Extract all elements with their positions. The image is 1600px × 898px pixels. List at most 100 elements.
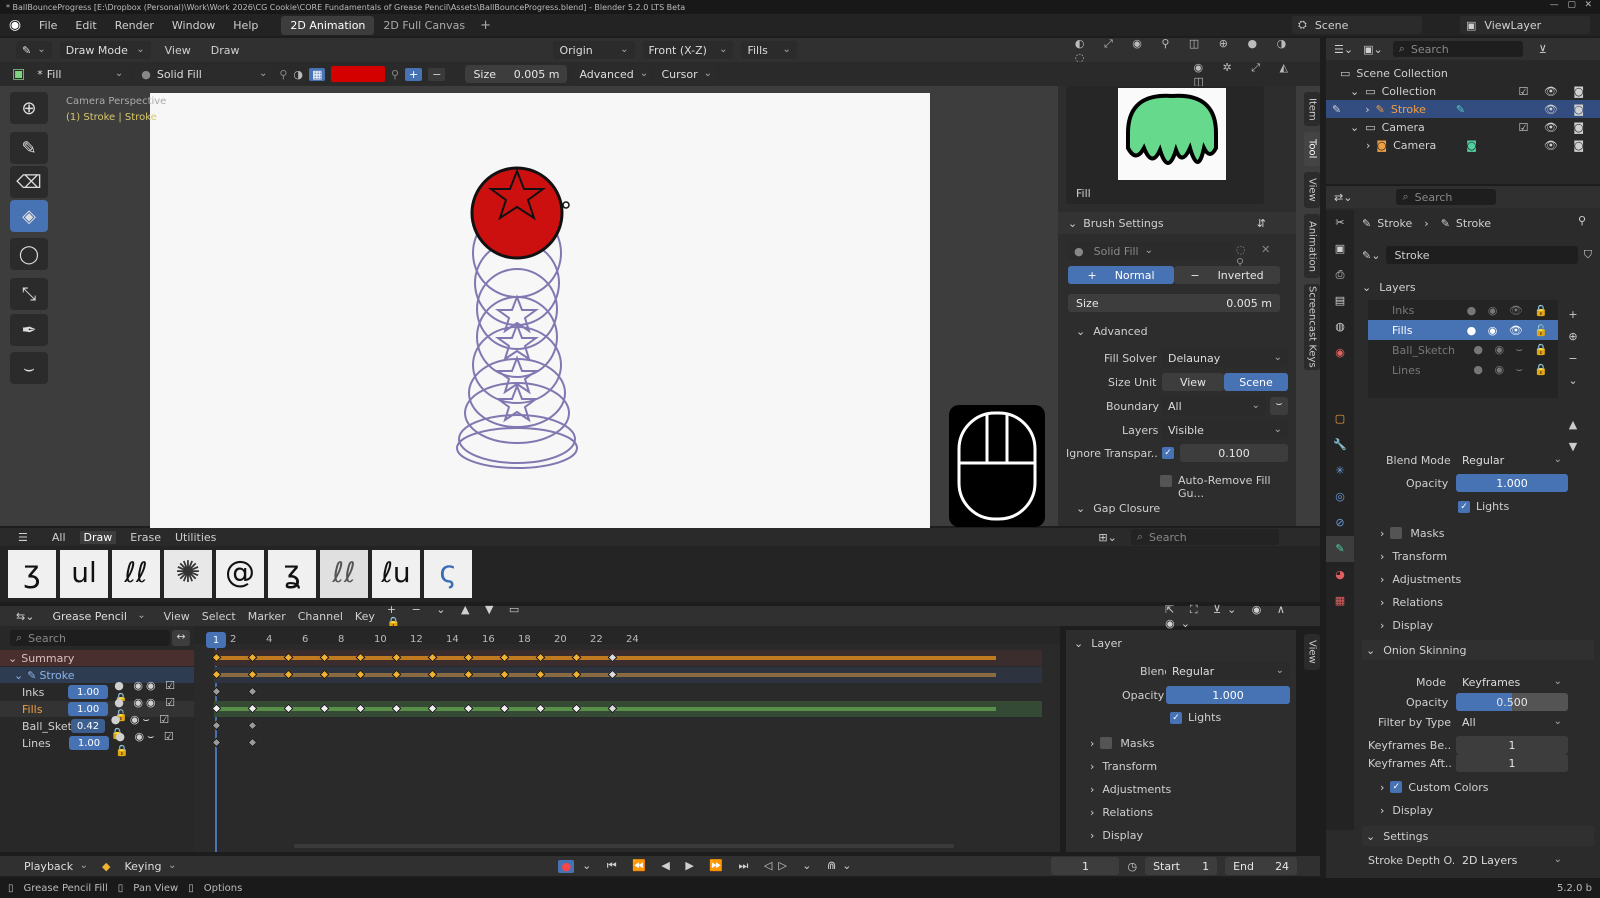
transport-controls[interactable]: ⌄ ⏮ ⏪ ◀ ▶ ⏩ ⏭ ◁▷ ⌄ ⋒⌄ bbox=[582, 859, 857, 873]
layers-dropdown[interactable]: Visible bbox=[1162, 421, 1288, 439]
channel-fills-opacity[interactable]: 1.00 bbox=[67, 702, 109, 716]
current-frame-indicator[interactable]: 1 bbox=[206, 632, 226, 648]
dopesheet-menu-marker[interactable]: Marker bbox=[248, 610, 286, 623]
asset-tab-all[interactable]: All bbox=[52, 531, 66, 544]
particles-props-tab[interactable]: ✳ bbox=[1326, 458, 1354, 484]
eyedropper-tool[interactable]: ✒ bbox=[10, 314, 48, 346]
fill-tool[interactable]: ◈ bbox=[10, 200, 48, 232]
display-options-icon[interactable]: ⊞⌄ bbox=[1098, 531, 1116, 544]
layer-fills-toggles[interactable]: ● ◉ 👁 🔓 bbox=[1467, 324, 1552, 337]
cursor-tool[interactable]: ⊕ bbox=[10, 92, 48, 124]
object-props-tab[interactable]: ▢ bbox=[1326, 406, 1354, 432]
channel-inks-opacity[interactable]: 1.00 bbox=[67, 685, 109, 699]
color-swatch[interactable] bbox=[331, 66, 385, 82]
tab-view[interactable]: View bbox=[1304, 172, 1320, 208]
menu-file[interactable]: File bbox=[30, 19, 66, 32]
layer-display-item[interactable]: › Display bbox=[1090, 826, 1143, 844]
brush-icon[interactable]: ▣ bbox=[12, 66, 25, 82]
world-props-tab[interactable]: ◉ bbox=[1326, 340, 1354, 366]
stroke-depth-dropdown[interactable]: 2D Layers bbox=[1456, 851, 1568, 869]
auto-remove-checkbox[interactable] bbox=[1160, 475, 1172, 487]
brush-asset-3[interactable]: ℓℓ bbox=[112, 550, 160, 598]
size-unit-scene-button[interactable]: Scene bbox=[1224, 373, 1288, 391]
ignore-transparent-checkbox[interactable]: ✓ bbox=[1162, 447, 1174, 459]
advanced-header[interactable]: ⌄ Advanced bbox=[1076, 322, 1148, 340]
onion-mode-dropdown[interactable]: Keyframes bbox=[1456, 673, 1568, 691]
brush-asset-4[interactable]: ✺ bbox=[164, 550, 212, 598]
layer-panel-header[interactable]: ⌄ Layer bbox=[1074, 634, 1122, 652]
brush-asset-1[interactable]: ʒ bbox=[8, 550, 56, 598]
overlay-toggle-icons[interactable]: ◉ ✲ ⤢ ◭ ◫ bbox=[1193, 61, 1320, 88]
onion-skinning-header[interactable]: ⌄ Onion Skinning bbox=[1362, 640, 1594, 660]
clock-icon[interactable]: ◷ bbox=[1127, 860, 1137, 873]
timeline-scrollbar[interactable] bbox=[294, 844, 954, 848]
asset-tab-draw[interactable]: Draw bbox=[79, 530, 117, 544]
keyframes-after-field[interactable]: 1 bbox=[1456, 754, 1568, 772]
props-display-item[interactable]: › Display bbox=[1380, 616, 1433, 634]
physics-props-tab[interactable]: ◎ bbox=[1326, 484, 1354, 510]
layer-lines-toggles[interactable]: ● ◉ ⌣ 🔒 bbox=[1473, 363, 1552, 377]
mode-selector[interactable]: Draw Mode bbox=[59, 41, 151, 59]
channel-summary[interactable]: ⌄ Summary bbox=[0, 650, 194, 666]
keyframes-before-field[interactable]: 1 bbox=[1456, 736, 1568, 754]
inverted-mode-button[interactable]: − Inverted bbox=[1174, 266, 1280, 284]
menu-render[interactable]: Render bbox=[106, 19, 163, 32]
stroke-visibility[interactable]: 👁 ◙ bbox=[1544, 103, 1590, 116]
dopesheet-menu-view[interactable]: View bbox=[164, 610, 190, 623]
properties-search[interactable]: ⌕ Search bbox=[1396, 189, 1497, 205]
props-adjustments-item[interactable]: › Adjustments bbox=[1380, 570, 1461, 588]
channel-swap-icon[interactable]: ↔ bbox=[172, 630, 190, 646]
outliner-row-scene-collection[interactable]: ▭ Scene Collection bbox=[1326, 64, 1600, 82]
ignore-transparent-field[interactable]: 0.100 bbox=[1180, 444, 1288, 462]
camera-visibility[interactable]: 👁 ◙ bbox=[1544, 139, 1590, 152]
layer-inks-toggles[interactable]: ● ◉ 👁 🔒 bbox=[1467, 304, 1552, 317]
brush-asset-6[interactable]: ʓ bbox=[268, 550, 316, 598]
origin-selector[interactable]: Origin bbox=[553, 41, 635, 59]
object-data-selector[interactable]: ✎⌄ Stroke ⛉ bbox=[1362, 246, 1592, 264]
view-layer-selector[interactable]: ▣ ViewLayer bbox=[1460, 16, 1590, 34]
menu-edit[interactable]: Edit bbox=[66, 19, 105, 32]
outliner-display-mode[interactable]: ▣⌄ bbox=[1363, 43, 1383, 56]
editor-type-selector[interactable]: ✎ bbox=[16, 41, 52, 59]
layer-list-item-fills[interactable]: Fills ● ◉ 👁 🔓 bbox=[1368, 320, 1558, 340]
workspace-tab-2d-full-canvas[interactable]: 2D Full Canvas bbox=[374, 16, 474, 35]
channel-lines-toggles[interactable]: ● ◉⌣ ☑ 🔒 bbox=[115, 730, 194, 757]
asset-tab-utilities[interactable]: Utilities bbox=[175, 531, 216, 544]
brush-asset-7[interactable]: ℓℓ bbox=[320, 550, 368, 598]
brush-asset-9[interactable]: ς bbox=[424, 550, 472, 598]
curve-tool[interactable]: ⌣ bbox=[10, 352, 48, 384]
boundary-extra-icon[interactable]: ⌣ bbox=[1270, 397, 1288, 415]
outliner-row-camera[interactable]: › ◙ Camera ◙ 👁 ◙ bbox=[1326, 136, 1600, 154]
layer-adjustments-item[interactable]: › Adjustments bbox=[1090, 780, 1171, 798]
props-relations-item[interactable]: › Relations bbox=[1380, 593, 1443, 611]
layer-masks-checkbox[interactable] bbox=[1100, 737, 1113, 749]
view-layer-props-tab[interactable]: ▤ bbox=[1326, 288, 1354, 314]
props-masks-checkbox[interactable] bbox=[1390, 527, 1403, 539]
scene-props-tab[interactable]: ◍ bbox=[1326, 314, 1354, 340]
onion-opacity-field[interactable]: 0.500 bbox=[1456, 693, 1568, 711]
camera-collection-visibility[interactable]: ☑ 👁 ◙ bbox=[1519, 121, 1591, 134]
dopesheet-menu-channel[interactable]: Channel bbox=[298, 610, 343, 623]
outliner-filter-icon[interactable]: ⊻ bbox=[1539, 43, 1547, 56]
draw-tool[interactable]: ✎ bbox=[10, 132, 48, 164]
asset-tab-erase[interactable]: Erase bbox=[130, 531, 161, 544]
collection-visibility[interactable]: ☑ 👁 ◙ bbox=[1519, 85, 1591, 98]
window-controls[interactable]: — ▢ ✕ bbox=[1550, 0, 1592, 10]
size-field[interactable]: Size 0.005 m bbox=[465, 65, 568, 83]
outliner-editor-type[interactable]: ☰⌄ bbox=[1334, 43, 1353, 56]
layer-relations-item[interactable]: › Relations bbox=[1090, 803, 1153, 821]
axis-selector[interactable]: Front (X-Z) bbox=[642, 41, 734, 59]
asset-shelf-menu-icon[interactable]: ☰ bbox=[18, 531, 28, 544]
dopesheet-editor-type[interactable]: ⇆⌄ bbox=[16, 610, 34, 623]
outliner-row-camera-collection[interactable]: ⌄ ▭ Camera ☑ 👁 ◙ bbox=[1326, 118, 1600, 136]
normal-mode-button[interactable]: + Normal bbox=[1068, 266, 1174, 284]
modifier-props-tab[interactable]: 🔧 bbox=[1326, 432, 1354, 458]
blend-mode-dropdown[interactable]: Regular bbox=[1456, 451, 1568, 469]
size-unit-view-button[interactable]: View bbox=[1162, 373, 1224, 391]
layer-selector[interactable]: Fills bbox=[741, 41, 797, 59]
brush-selector[interactable]: * Fill bbox=[31, 65, 130, 83]
menu-window[interactable]: Window bbox=[163, 19, 224, 32]
outliner-row-collection[interactable]: ⌄ ▭ Collection ☑ 👁 ◙ bbox=[1326, 82, 1600, 100]
filter-type-dropdown[interactable]: All bbox=[1456, 713, 1568, 731]
tab-animation[interactable]: Animation bbox=[1304, 214, 1320, 278]
